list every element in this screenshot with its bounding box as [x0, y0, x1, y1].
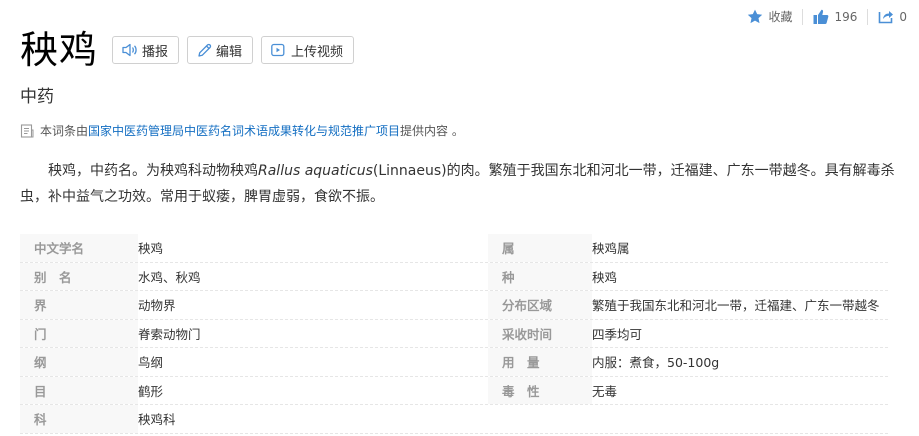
favorite-label: 收藏 — [768, 10, 793, 24]
table-row: 中文学名 秧鸡属秧鸡属 — [20, 234, 888, 263]
broadcast-button[interactable]: 播报 — [112, 36, 180, 64]
column-gap — [468, 377, 488, 405]
like-count: 196 — [834, 9, 858, 24]
info-label: 纲 — [20, 348, 138, 376]
like-button[interactable]: 196 — [813, 9, 857, 25]
info-value: 水鸡、秋鸡 — [138, 269, 201, 285]
info-value: 内服：煮食，50-100g — [592, 355, 720, 371]
info-label: 别 名 — [20, 262, 138, 290]
page-subtitle: 中药 — [20, 87, 54, 107]
edit-button[interactable]: 编辑 — [187, 36, 254, 64]
info-value-empty — [592, 405, 888, 433]
column-gap — [468, 234, 488, 262]
column-gap — [468, 263, 488, 291]
source-link[interactable]: 国家中医药管理局中医药名词术语成果转化与规范推广项目 — [88, 122, 400, 139]
info-label: 种 — [488, 262, 592, 290]
info-value: 动物界 — [138, 298, 176, 314]
info-label: 目 — [20, 376, 138, 404]
speaker-icon — [122, 43, 137, 57]
table-row: 科秧鸡科 — [20, 405, 888, 434]
info-label-empty — [488, 405, 592, 433]
upload-video-label: 上传视频 — [291, 44, 344, 60]
edit-label: 编辑 — [216, 44, 243, 60]
document-icon — [20, 123, 34, 138]
thumbs-up-icon — [813, 9, 829, 24]
broadcast-label: 播报 — [142, 44, 169, 60]
star-icon — [748, 9, 763, 24]
share-button[interactable]: 0 — [878, 9, 907, 24]
info-value: 秧鸡 — [138, 241, 164, 257]
info-label: 采收时间 — [488, 319, 592, 347]
source-prefix: 本词条由 — [40, 124, 89, 138]
summary-paragraph: 秧鸡，中药名。为秧鸡科动物秧鸡Rallus aquaticus(Linnaeus… — [20, 158, 900, 210]
column-gap — [468, 291, 488, 319]
table-row: 门脊索动物门 采收时间 四季均可 — [20, 319, 888, 348]
favorite-button[interactable]: 收藏 — [747, 8, 792, 25]
info-value: 鸟纲 — [138, 355, 164, 371]
column-gap — [468, 405, 488, 433]
info-value: 无毒 — [592, 383, 618, 399]
summary-text-1: 秧鸡，中药名。为秧鸡科动物秧鸡 — [48, 163, 258, 179]
basic-info-table: 中文学名 秧鸡属秧鸡属别 名水鸡、秋鸡种秧鸡界动物界 分布区域 繁殖于我国东北和河北一… — [20, 234, 888, 434]
latin-name: Rallus aquaticus — [258, 163, 373, 179]
table-row: 界动物界 分布区域 繁殖于我国东北和河北一带，迁福建、广东一带越冬 — [20, 291, 888, 320]
info-value: 鹤形 — [138, 383, 164, 399]
share-count: 0 — [899, 9, 907, 24]
entry-actions: 收藏 196 0 — [747, 8, 907, 25]
info-label: 科 — [20, 405, 138, 433]
table-row: 目鹤形 毒 性无毒 — [20, 376, 888, 405]
upload-video-button[interactable]: 上传视频 — [261, 36, 355, 64]
info-value: 秧鸡 — [592, 269, 618, 285]
page-title: 秧鸡 — [20, 28, 99, 72]
video-icon — [271, 43, 285, 57]
info-label: 用 量 — [488, 348, 592, 376]
share-icon — [879, 11, 894, 24]
divider — [867, 8, 869, 25]
source-suffix: 提供内容 。 — [400, 124, 464, 138]
source-note: 本词条由 国家中医药管理局中医药名词术语成果转化与规范推广项目 提供内容 。 — [20, 122, 464, 139]
entry-header: 秧鸡 播报 编辑 上传视频 — [20, 26, 362, 74]
column-gap — [468, 320, 488, 348]
table-row: 别 名水鸡、秋鸡 种秧鸡 — [20, 262, 888, 291]
info-label: 界 — [20, 291, 138, 319]
divider — [802, 8, 804, 25]
info-value: 四季均可 — [592, 326, 643, 342]
info-value: 繁殖于我国东北和河北一带，迁福建、广东一带越冬 — [592, 298, 880, 314]
table-row: 纲鸟纲 用 量内服：煮食，50-100g — [20, 348, 888, 377]
info-label: 门 — [20, 319, 138, 347]
info-value: 秧鸡属 — [592, 241, 630, 257]
info-value: 脊索动物门 — [138, 326, 201, 342]
info-label: 中文学名 — [20, 234, 138, 262]
info-value: 秧鸡科 — [138, 412, 176, 428]
info-label: 毒 性 — [488, 376, 592, 404]
pencil-icon — [198, 43, 212, 57]
info-label: 属 — [488, 234, 592, 262]
info-label: 分布区域 — [488, 291, 592, 319]
column-gap — [468, 348, 488, 376]
